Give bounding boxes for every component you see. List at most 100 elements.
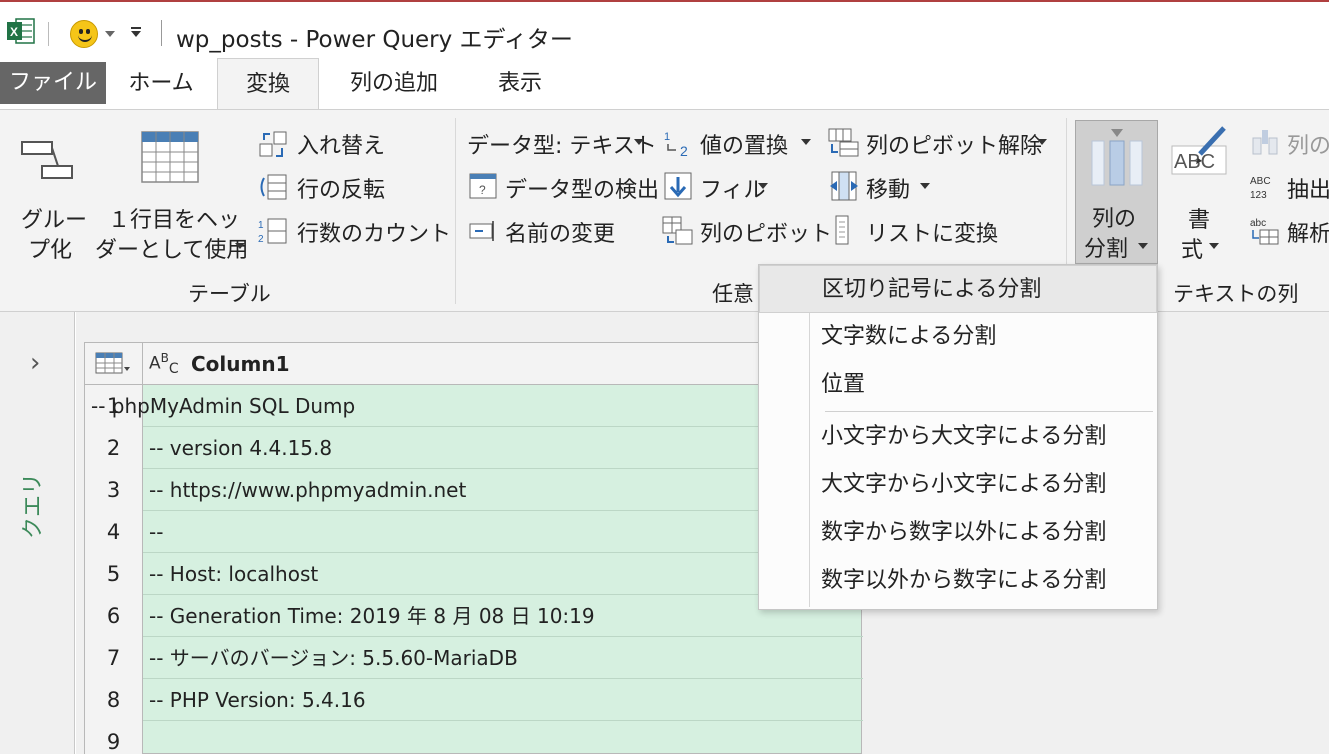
move-dropdown-icon[interactable] xyxy=(920,183,930,189)
split-by-number-of-characters-item[interactable]: 文字数による分割 xyxy=(759,313,1157,361)
title-bar: X wp_posts - Power Query エディター xyxy=(0,0,1329,58)
replace-values-dropdown-icon[interactable] xyxy=(801,139,811,145)
data-type-dropdown-icon[interactable] xyxy=(634,139,644,145)
table-row: 2 -- version 4.4.15.8 xyxy=(85,427,863,469)
move-button[interactable]: 移動 xyxy=(866,172,910,204)
merge-columns-icon xyxy=(1252,130,1278,155)
tab-file[interactable]: ファイル xyxy=(0,62,106,104)
grid-header-row: ABC Column1 xyxy=(85,343,863,385)
any-column-group-label: 任意 xyxy=(712,282,754,306)
tab-view[interactable]: 表示 xyxy=(470,58,570,110)
customize-qat-icon[interactable] xyxy=(131,31,141,37)
table-row: 1 -- phpMyAdmin SQL Dump xyxy=(85,385,863,427)
svg-text:1: 1 xyxy=(258,220,264,231)
unpivot-columns-button[interactable]: 列のピボット解除 xyxy=(866,128,1042,160)
rename-button[interactable]: 名前の変更 xyxy=(505,216,615,248)
fill-button[interactable]: フィル xyxy=(700,172,766,204)
split-column-label-1: 列の xyxy=(1092,207,1137,232)
svg-text:ABC: ABC xyxy=(1174,151,1215,173)
split-lower-to-upper-item[interactable]: 小文字から大文字による分割 xyxy=(759,413,1157,461)
group-by-icon xyxy=(21,141,73,179)
rename-icon xyxy=(469,221,494,241)
table-menu-cell[interactable] xyxy=(85,343,143,385)
expand-queries-chevron-icon[interactable]: › xyxy=(30,348,40,378)
customize-qat-bar xyxy=(131,27,141,29)
group-by-label-2[interactable]: プ化 xyxy=(28,232,72,264)
fill-dropdown-icon[interactable] xyxy=(758,183,768,189)
transpose-button[interactable]: 入れ替え xyxy=(297,128,385,160)
tab-transform[interactable]: 変換 xyxy=(217,58,319,110)
row-number[interactable]: 7 xyxy=(85,637,143,679)
pivot-column-icon xyxy=(662,216,693,245)
group-by-label-1[interactable]: グルー xyxy=(21,202,87,234)
use-header-label-1[interactable]: １行目をヘッ xyxy=(108,202,240,234)
split-upper-to-lower-item[interactable]: 大文字から小文字による分割 xyxy=(759,461,1157,509)
tab-home[interactable]: ホーム xyxy=(114,58,208,110)
feedback-dropdown-icon[interactable] xyxy=(105,31,115,37)
count-rows-button[interactable]: 行数のカウント xyxy=(297,216,451,248)
table-cell[interactable]: -- xyxy=(149,511,163,553)
split-by-positions-item[interactable]: 位置 xyxy=(759,361,1157,409)
detect-type-button[interactable]: データ型の検出 xyxy=(505,172,659,204)
parse-button[interactable]: 解析 xyxy=(1287,216,1329,248)
table-cell[interactable]: -- PHP Version: 5.4.16 xyxy=(149,679,366,721)
data-type-dropdown[interactable]: データ型: テキスト xyxy=(467,128,657,160)
reverse-rows-button[interactable]: 行の反転 xyxy=(297,172,385,204)
unpivot-dropdown-icon[interactable] xyxy=(1037,139,1047,145)
split-nondigit-to-digit-item[interactable]: 数字以外から数字による分割 xyxy=(759,557,1157,605)
table-cell[interactable]: -- phpMyAdmin SQL Dump xyxy=(91,385,355,427)
table-cell[interactable]: -- Generation Time: 2019 年 8 月 08 日 10:1… xyxy=(149,595,595,637)
row-number[interactable]: 5 xyxy=(85,553,143,595)
title-separator xyxy=(48,22,49,46)
split-digit-to-nondigit-item[interactable]: 数字から数字以外による分割 xyxy=(759,509,1157,557)
svg-text:1: 1 xyxy=(664,131,670,143)
table-cell[interactable]: -- サーバのバージョン: 5.5.60-MariaDB xyxy=(149,637,518,679)
queries-pane-label[interactable]: クエリ xyxy=(18,470,50,542)
split-column-dropdown-icon xyxy=(1138,243,1148,249)
svg-text:123: 123 xyxy=(1250,190,1267,201)
fill-icon xyxy=(664,172,692,200)
use-header-label-2[interactable]: ダーとして使用 xyxy=(95,232,248,264)
table-row: 7 -- サーバのバージョン: 5.5.60-MariaDB xyxy=(85,637,863,679)
smiley-feedback-icon[interactable] xyxy=(70,20,98,48)
transpose-icon xyxy=(259,131,287,157)
row-number[interactable]: 6 xyxy=(85,595,143,637)
split-column-menu: 区切り記号による分割 文字数による分割 位置 小文字から大文字による分割 大文字… xyxy=(758,264,1158,610)
split-by-delimiter-item[interactable]: 区切り記号による分割 xyxy=(759,265,1157,313)
table-cell[interactable]: -- Host: localhost xyxy=(149,553,318,595)
excel-icon[interactable]: X xyxy=(6,16,36,46)
table-cell[interactable]: -- https://www.phpmyadmin.net xyxy=(149,469,466,511)
svg-text:?: ? xyxy=(479,183,486,197)
extract-icon: ABC 123 xyxy=(1250,176,1271,201)
format-label-2[interactable]: 式 xyxy=(1181,232,1203,264)
row-number[interactable]: 9 xyxy=(85,721,143,754)
row-number[interactable]: 2 xyxy=(85,427,143,469)
tab-add-column[interactable]: 列の追加 xyxy=(330,58,458,110)
table-group-label: テーブル xyxy=(188,282,271,306)
detect-type-icon: ? xyxy=(469,173,497,199)
use-header-dropdown-icon[interactable] xyxy=(235,243,245,249)
extract-button[interactable]: 抽出 xyxy=(1287,172,1329,204)
row-number[interactable]: 4 xyxy=(85,511,143,553)
format-dropdown-icon[interactable] xyxy=(1209,243,1219,249)
window-title: wp_posts - Power Query エディター xyxy=(176,27,573,53)
replace-values-icon: 1 2 xyxy=(664,131,688,158)
column-header-name[interactable]: Column1 xyxy=(191,343,290,385)
split-column-button[interactable]: 列の 分割 xyxy=(1075,120,1158,264)
pivot-column-button[interactable]: 列のピボット xyxy=(700,216,832,248)
row-number[interactable]: 8 xyxy=(85,679,143,721)
reverse-rows-icon xyxy=(260,174,287,200)
table-menu-icon[interactable] xyxy=(95,352,131,376)
table-row: 6 -- Generation Time: 2019 年 8 月 08 日 10… xyxy=(85,595,863,637)
split-column-icon xyxy=(1091,129,1143,186)
queries-pane-label-wrap: クエリ xyxy=(14,470,54,542)
group-separator xyxy=(455,118,456,304)
svg-text:abc: abc xyxy=(1250,218,1266,229)
text-type-icon[interactable]: ABC xyxy=(149,351,179,377)
convert-to-list-button[interactable]: リストに変換 xyxy=(866,216,998,248)
row-number[interactable]: 3 xyxy=(85,469,143,511)
replace-values-button[interactable]: 値の置換 xyxy=(700,128,788,160)
format-label-1[interactable]: 書 xyxy=(1188,202,1210,234)
table-cell[interactable]: -- version 4.4.15.8 xyxy=(149,427,332,469)
svg-text:2: 2 xyxy=(258,234,264,245)
